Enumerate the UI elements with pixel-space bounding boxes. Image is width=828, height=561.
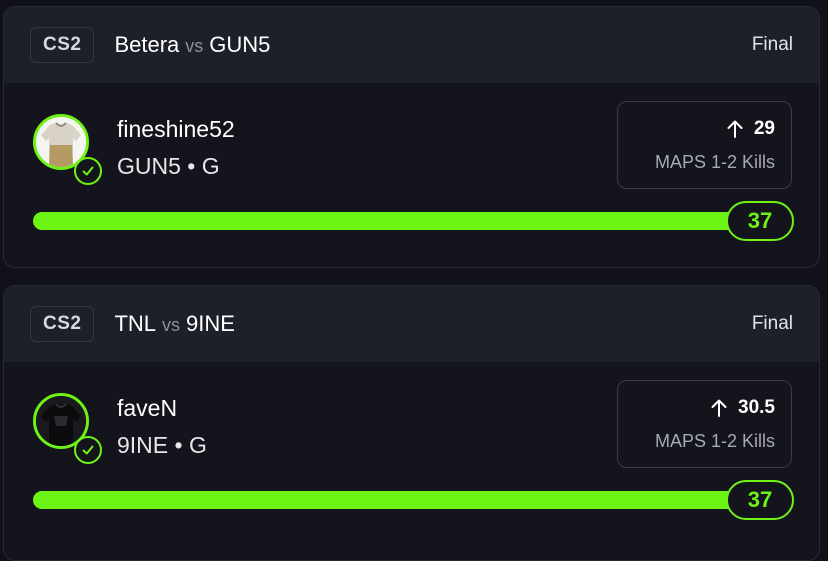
player-team-position: 9INE • G xyxy=(117,432,207,458)
progress-bar xyxy=(33,491,792,509)
stat-type: MAPS 1-2 Kills xyxy=(654,152,775,172)
arrow-up-icon xyxy=(727,120,743,138)
team-b: 9INE xyxy=(186,311,235,336)
matchup: TNL vs 9INE xyxy=(114,311,234,337)
projection-line: 29 xyxy=(726,118,775,140)
line-value: 30.5 xyxy=(738,397,775,418)
match-status: Final xyxy=(751,34,793,55)
line-value: 29 xyxy=(753,118,775,139)
stat-type: MAPS 1-2 Kills xyxy=(654,431,775,451)
check-circle-icon xyxy=(74,436,102,464)
team-b: GUN5 xyxy=(209,32,271,57)
result-value: 37 xyxy=(726,201,794,241)
pick-card[interactable]: CS2 Betera vs GUN5 Final fineshine52 GUN… xyxy=(3,6,820,268)
player-name[interactable]: fineshine52 xyxy=(117,116,235,143)
player-name[interactable]: faveN xyxy=(117,395,177,422)
result-value: 37 xyxy=(726,480,794,520)
team-a: Betera xyxy=(114,32,180,57)
matchup: Betera vs GUN5 xyxy=(114,32,270,58)
projection-line: 30.5 xyxy=(710,397,775,419)
progress-fill xyxy=(33,491,792,509)
league-badge: CS2 xyxy=(30,306,95,342)
arrow-up-icon xyxy=(711,399,727,417)
vs-label: vs xyxy=(162,315,181,335)
team-a: TNL xyxy=(114,311,157,336)
projection-box: 30.5 MAPS 1-2 Kills xyxy=(617,380,792,468)
pick-card[interactable]: CS2 TNL vs 9INE Final faveN 9INE • G 30.… xyxy=(3,285,820,561)
match-header: CS2 TNL vs 9INE Final xyxy=(4,286,819,362)
progress-fill xyxy=(33,212,792,230)
league-badge: CS2 xyxy=(30,27,95,63)
match-header: CS2 Betera vs GUN5 Final xyxy=(4,7,819,83)
vs-label: vs xyxy=(185,36,204,56)
check-circle-icon xyxy=(74,157,102,185)
match-status: Final xyxy=(751,313,793,334)
projection-box: 29 MAPS 1-2 Kills xyxy=(617,101,792,189)
player-team-position: GUN5 • G xyxy=(117,153,220,179)
progress-bar xyxy=(33,212,792,230)
